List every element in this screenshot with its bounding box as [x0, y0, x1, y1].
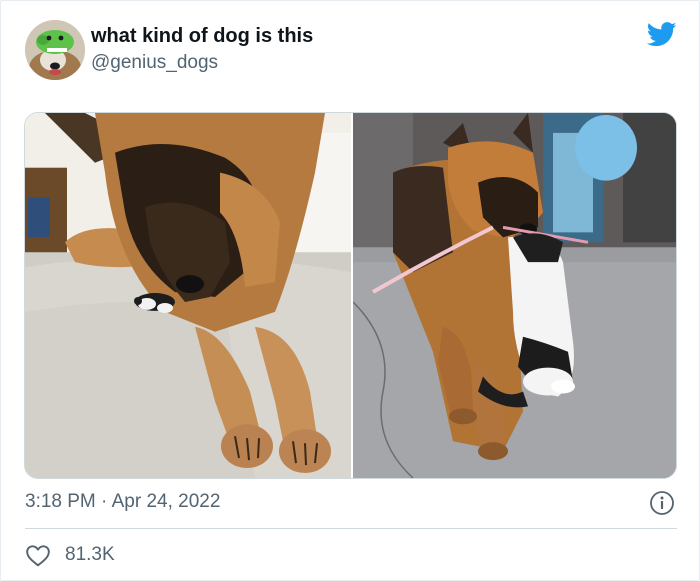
info-icon[interactable] [649, 490, 675, 516]
user-handle[interactable]: @genius_dogs [91, 52, 218, 74]
display-name[interactable]: what kind of dog is this [91, 25, 313, 48]
like-button[interactable]: 81.3K [25, 541, 115, 569]
tweet-timestamp[interactable]: 3:18 PM · Apr 24, 2022 [25, 491, 220, 513]
divider [25, 528, 677, 529]
photo-dog-with-kitten[interactable] [25, 113, 351, 478]
tweet-time: 3:18 PM [25, 491, 96, 512]
media-grid [24, 112, 677, 479]
avatar-image [25, 20, 85, 80]
heart-icon [26, 545, 50, 567]
like-count: 81.3K [65, 544, 115, 565]
tweet-card: what kind of dog is this @genius_dogs 3:… [0, 0, 700, 581]
timestamp-separator: · [101, 491, 108, 512]
tweet-date: Apr 24, 2022 [111, 491, 221, 512]
avatar[interactable] [25, 20, 85, 80]
twitter-bird-icon[interactable] [647, 22, 677, 47]
photo-dog-carrying-cat[interactable] [353, 113, 677, 478]
